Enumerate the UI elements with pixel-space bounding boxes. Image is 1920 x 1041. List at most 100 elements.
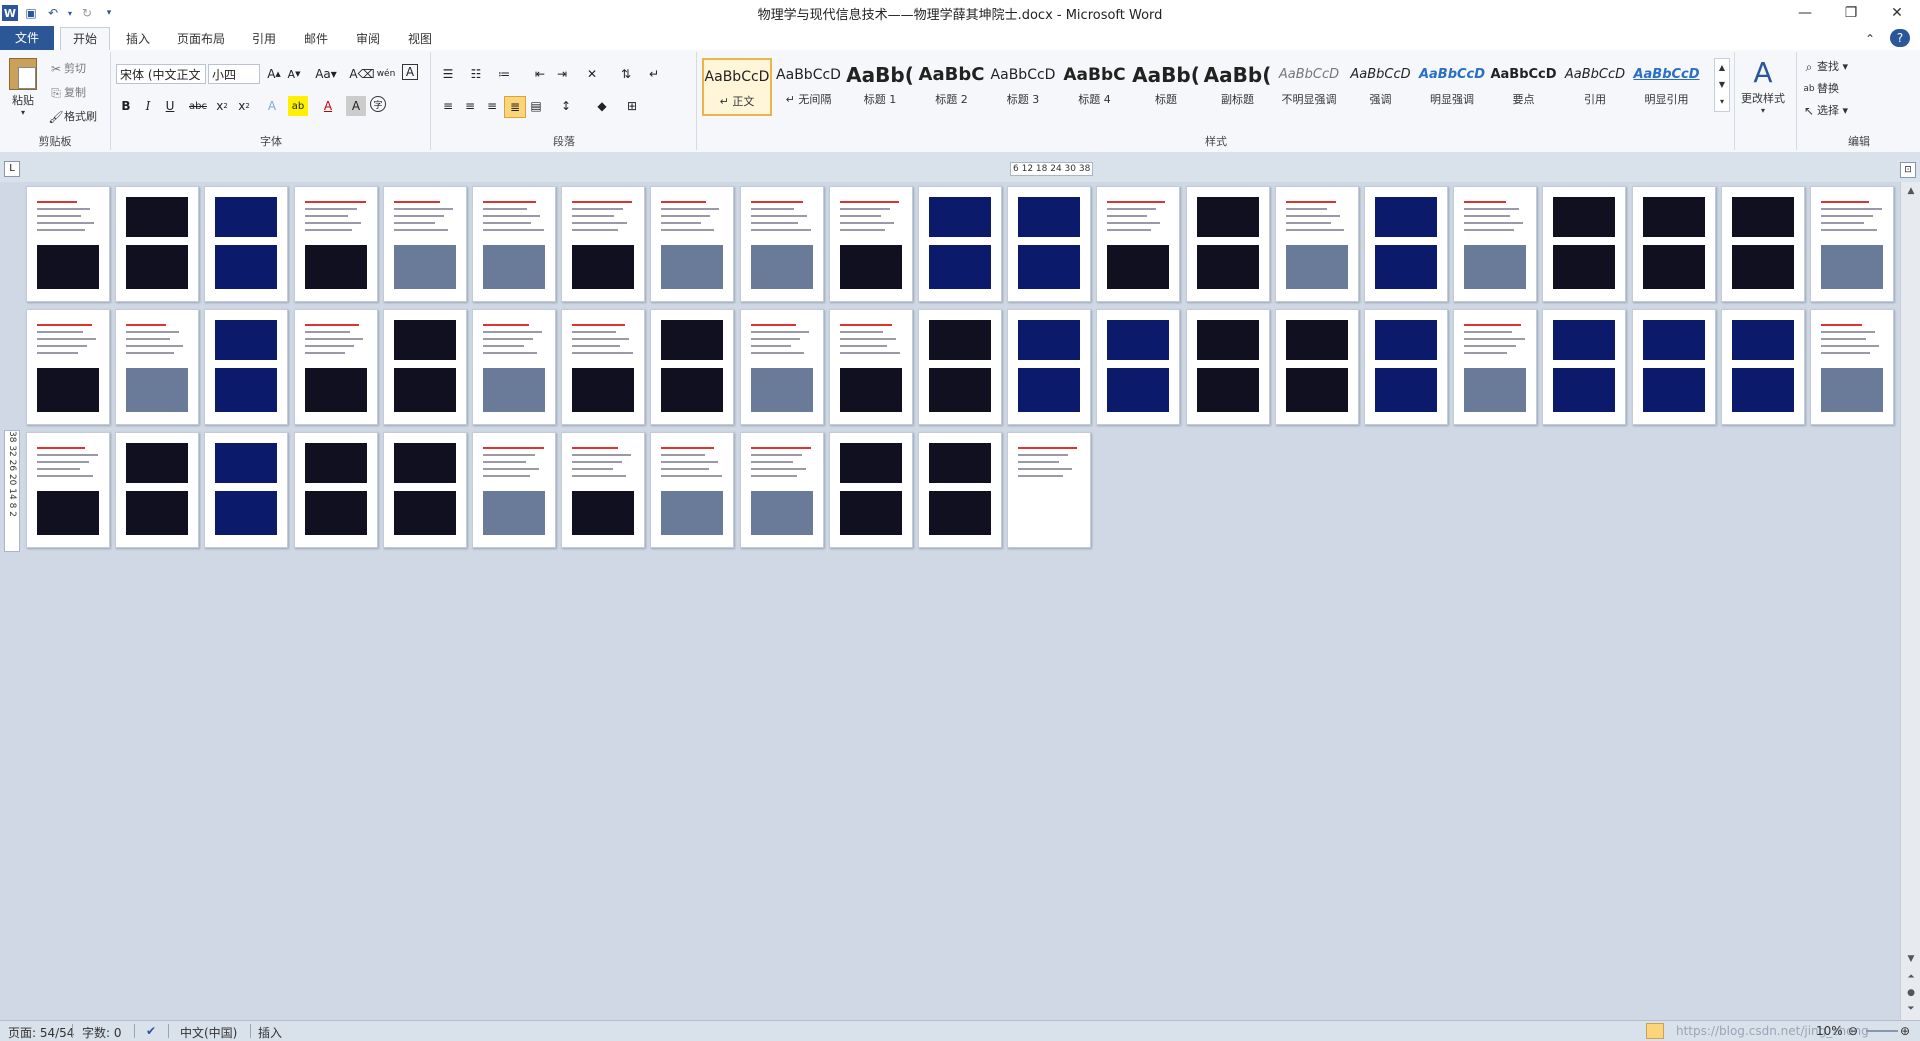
page-thumbnail[interactable] [293, 186, 378, 302]
page-thumbnail[interactable] [1542, 186, 1627, 302]
page-thumbnail[interactable] [1274, 309, 1359, 425]
zoom-in-icon[interactable]: ⊕ [1900, 1024, 1910, 1038]
chinese-layout-icon[interactable]: ✕ [582, 64, 602, 84]
subscript-icon[interactable]: x2 [212, 96, 232, 116]
page-thumbnail[interactable] [561, 186, 646, 302]
previous-page-icon[interactable]: ⏶ [1904, 970, 1918, 984]
page-thumbnail[interactable] [828, 186, 913, 302]
word-count[interactable]: 字数: 0 [82, 1024, 122, 1041]
page-thumbnail[interactable] [561, 309, 646, 425]
page-indicator[interactable]: 页面: 54/54 [8, 1024, 74, 1041]
paste-button[interactable]: 粘贴 ▾ [8, 58, 38, 117]
scroll-up-icon[interactable]: ▲ [1904, 184, 1918, 198]
page-thumbnail[interactable] [115, 186, 200, 302]
horizontal-ruler[interactable]: 6 12 18 24 30 38 [1010, 162, 1094, 176]
view-ruler-icon[interactable]: ⊡ [1900, 162, 1916, 178]
font-color-icon[interactable]: A [318, 96, 338, 116]
style-tile[interactable]: AaBbCcD 强调 [1346, 58, 1416, 116]
page-thumbnail[interactable] [739, 186, 824, 302]
vertical-scrollbar[interactable]: ▲ ▼ ⏶ ● ⏷ [1900, 182, 1920, 1020]
clear-formatting-icon[interactable]: A⌫ [349, 64, 374, 84]
page-thumbnail[interactable] [650, 309, 735, 425]
style-tile[interactable]: AaBb(副标题 [1203, 58, 1273, 116]
page-thumbnail[interactable] [561, 432, 646, 548]
tab-file[interactable]: 文件 [0, 26, 54, 50]
page-thumbnail[interactable] [204, 309, 289, 425]
distributed-icon[interactable]: ▤ [526, 96, 546, 116]
page-thumbnail[interactable] [1810, 186, 1894, 302]
page-thumbnail[interactable] [1364, 309, 1448, 425]
page-thumbnail[interactable] [1810, 309, 1894, 425]
shrink-font-icon[interactable]: A ▼ [284, 64, 304, 84]
page-thumbnail[interactable] [1720, 309, 1805, 425]
style-tile[interactable]: AaBb(标题 [1131, 58, 1201, 116]
ribbon-minimize-icon[interactable]: ⌃ [1860, 28, 1880, 50]
tab-home[interactable]: 开始 [60, 27, 110, 50]
justify-icon[interactable]: ≣ [504, 96, 526, 118]
insert-mode[interactable]: 插入 [258, 1024, 282, 1041]
find-button[interactable]: ⌕ 查找 ▾ [1801, 58, 1848, 75]
page-thumbnail[interactable] [650, 186, 735, 302]
page-thumbnail[interactable] [115, 309, 200, 425]
page-thumbnail[interactable] [472, 309, 556, 425]
sort-icon[interactable]: ⇅ [616, 64, 636, 84]
zoom-slider[interactable] [1866, 1030, 1898, 1032]
page-thumbnail[interactable] [739, 309, 824, 425]
page-thumbnail[interactable] [293, 309, 378, 425]
page-thumbnail[interactable] [1631, 186, 1716, 302]
tab-mailings[interactable]: 邮件 [296, 28, 336, 50]
page-thumbnail[interactable] [26, 309, 110, 425]
page-thumbnail[interactable] [26, 186, 110, 302]
style-tile[interactable]: AaBbCcD 标题 3 [988, 58, 1058, 116]
page-thumbnail[interactable] [650, 432, 735, 548]
style-tile[interactable]: AaBbCcD 不明显强调 [1274, 58, 1344, 116]
borders-icon[interactable]: ⊞ [622, 96, 642, 116]
replace-button[interactable]: ab 替换 [1801, 80, 1839, 97]
style-tile[interactable]: AaBbCcD 要点 [1489, 58, 1559, 116]
restore-button[interactable]: ❐ [1828, 0, 1874, 26]
numbering-icon[interactable]: ☷ [466, 64, 486, 84]
page-thumbnail[interactable] [828, 432, 913, 548]
page-thumbnail[interactable] [1185, 309, 1270, 425]
page-thumbnail[interactable] [1453, 186, 1538, 302]
page-thumbnail[interactable] [204, 186, 289, 302]
page-thumbnail[interactable] [293, 432, 378, 548]
browse-object-icon[interactable]: ● [1904, 986, 1918, 1000]
page-thumbnail[interactable] [918, 186, 1002, 302]
pinyin-guide-icon[interactable]: wén [376, 64, 396, 84]
style-tile[interactable]: AaBbCcD ↵ 无间隔 [774, 58, 844, 116]
page-thumbnail[interactable] [1007, 186, 1092, 302]
underline-icon[interactable]: U [160, 96, 180, 116]
align-center-icon[interactable]: ≡ [460, 96, 480, 116]
tab-view[interactable]: 视图 [400, 28, 440, 50]
copy-button[interactable]: ⎘ 复制 [48, 84, 86, 101]
decrease-indent-icon[interactable]: ⇤ [530, 64, 550, 84]
page-thumbnail[interactable] [918, 432, 1002, 548]
style-tile[interactable]: AaBbCcD 明显引用 [1632, 58, 1702, 116]
page-thumbnail[interactable] [382, 309, 467, 425]
scroll-down-icon[interactable]: ▼ [1904, 952, 1918, 966]
font-size-combo[interactable]: 小四 [208, 64, 260, 84]
enclose-characters-icon[interactable]: 字 [370, 96, 386, 112]
page-thumbnail[interactable] [115, 432, 200, 548]
page-thumbnail[interactable] [1096, 186, 1181, 302]
close-button[interactable]: ✕ [1874, 0, 1920, 26]
change-styles-button[interactable]: A 更改样式 ▾ [1734, 56, 1792, 115]
zoom-level[interactable]: 10% [1816, 1024, 1843, 1038]
tab-references[interactable]: 引用 [244, 28, 284, 50]
vertical-ruler[interactable]: 38 32 26 20 14 8 2 [4, 430, 20, 552]
style-tile[interactable]: AaBbC 标题 4 [1060, 58, 1130, 116]
page-thumbnail[interactable] [472, 432, 556, 548]
style-tile[interactable]: AaBbCcD ↵ 正文 [702, 58, 772, 116]
bold-icon[interactable]: B [116, 96, 136, 116]
page-thumbnail[interactable] [204, 432, 289, 548]
minimize-button[interactable]: — [1782, 0, 1828, 26]
cut-button[interactable]: ✂ 剪切 [48, 60, 86, 77]
language-indicator[interactable]: 中文(中国) [180, 1024, 237, 1041]
character-shading-icon[interactable]: A [346, 96, 366, 116]
character-border-icon[interactable]: A [402, 64, 418, 80]
next-page-icon[interactable]: ⏷ [1904, 1002, 1918, 1016]
format-painter-button[interactable]: 🖌格式刷 [48, 108, 97, 125]
show-marks-icon[interactable]: ↵ [644, 64, 664, 84]
bullets-icon[interactable]: ☰ [438, 64, 458, 84]
